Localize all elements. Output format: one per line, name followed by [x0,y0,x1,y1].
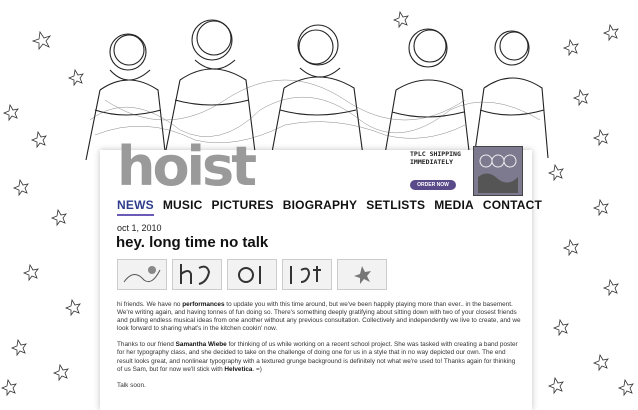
photo-icon [180,264,211,285]
nav-contact[interactable]: CONTACT [483,198,542,216]
nav-pictures[interactable]: PICTURES [211,198,273,216]
photo-icon [290,266,321,284]
text-span: Thanks to our friend [117,341,176,349]
photo-icon [123,266,161,283]
post-paragraph-1: hi friends. We have no performances to u… [117,301,521,333]
thumbnail-4[interactable] [282,259,332,290]
nav-setlists[interactable]: SETLISTS [366,198,425,216]
thumbnail-1[interactable] [117,259,167,290]
nav-music[interactable]: MUSIC [163,198,203,216]
photo-icon [238,266,261,284]
nav-biography[interactable]: BIOGRAPHY [283,198,357,216]
promo-text: TPLC shipping immediately [410,150,461,166]
site-logo[interactable]: hoist [117,140,257,194]
highlight-helvetica: Helvetica [224,365,253,373]
highlight-samantha-wiebe: Samantha Wiebe [175,341,227,349]
post-body: hi friends. We have no performances to u… [117,301,521,398]
thumbnail-2[interactable] [172,259,222,290]
album-art-icon [474,147,522,195]
photo-icon [354,266,371,284]
post-title[interactable]: hey. long time no talk [116,234,268,251]
thumbnail-5[interactable] [337,259,387,290]
post-signoff: Talk soon. [117,381,146,389]
photo-thumbnails [117,259,387,290]
main-navigation: NEWS MUSIC PICTURES BIOGRAPHY SETLISTS M… [117,198,542,216]
nav-media[interactable]: MEDIA [434,198,474,216]
order-now-button[interactable]: Order now [410,180,456,190]
highlight-performances: performances [182,301,225,308]
nav-news[interactable]: NEWS [117,198,154,216]
text-span: hi friends. We have no [117,301,183,308]
album-cover-image[interactable] [473,146,523,196]
text-span: . =) [252,365,262,373]
post-date: oct 1, 2010 [117,223,162,233]
thumbnail-3[interactable] [227,259,277,290]
post-paragraph-2: Thanks to our friend Samantha Wiebe for … [117,341,521,373]
